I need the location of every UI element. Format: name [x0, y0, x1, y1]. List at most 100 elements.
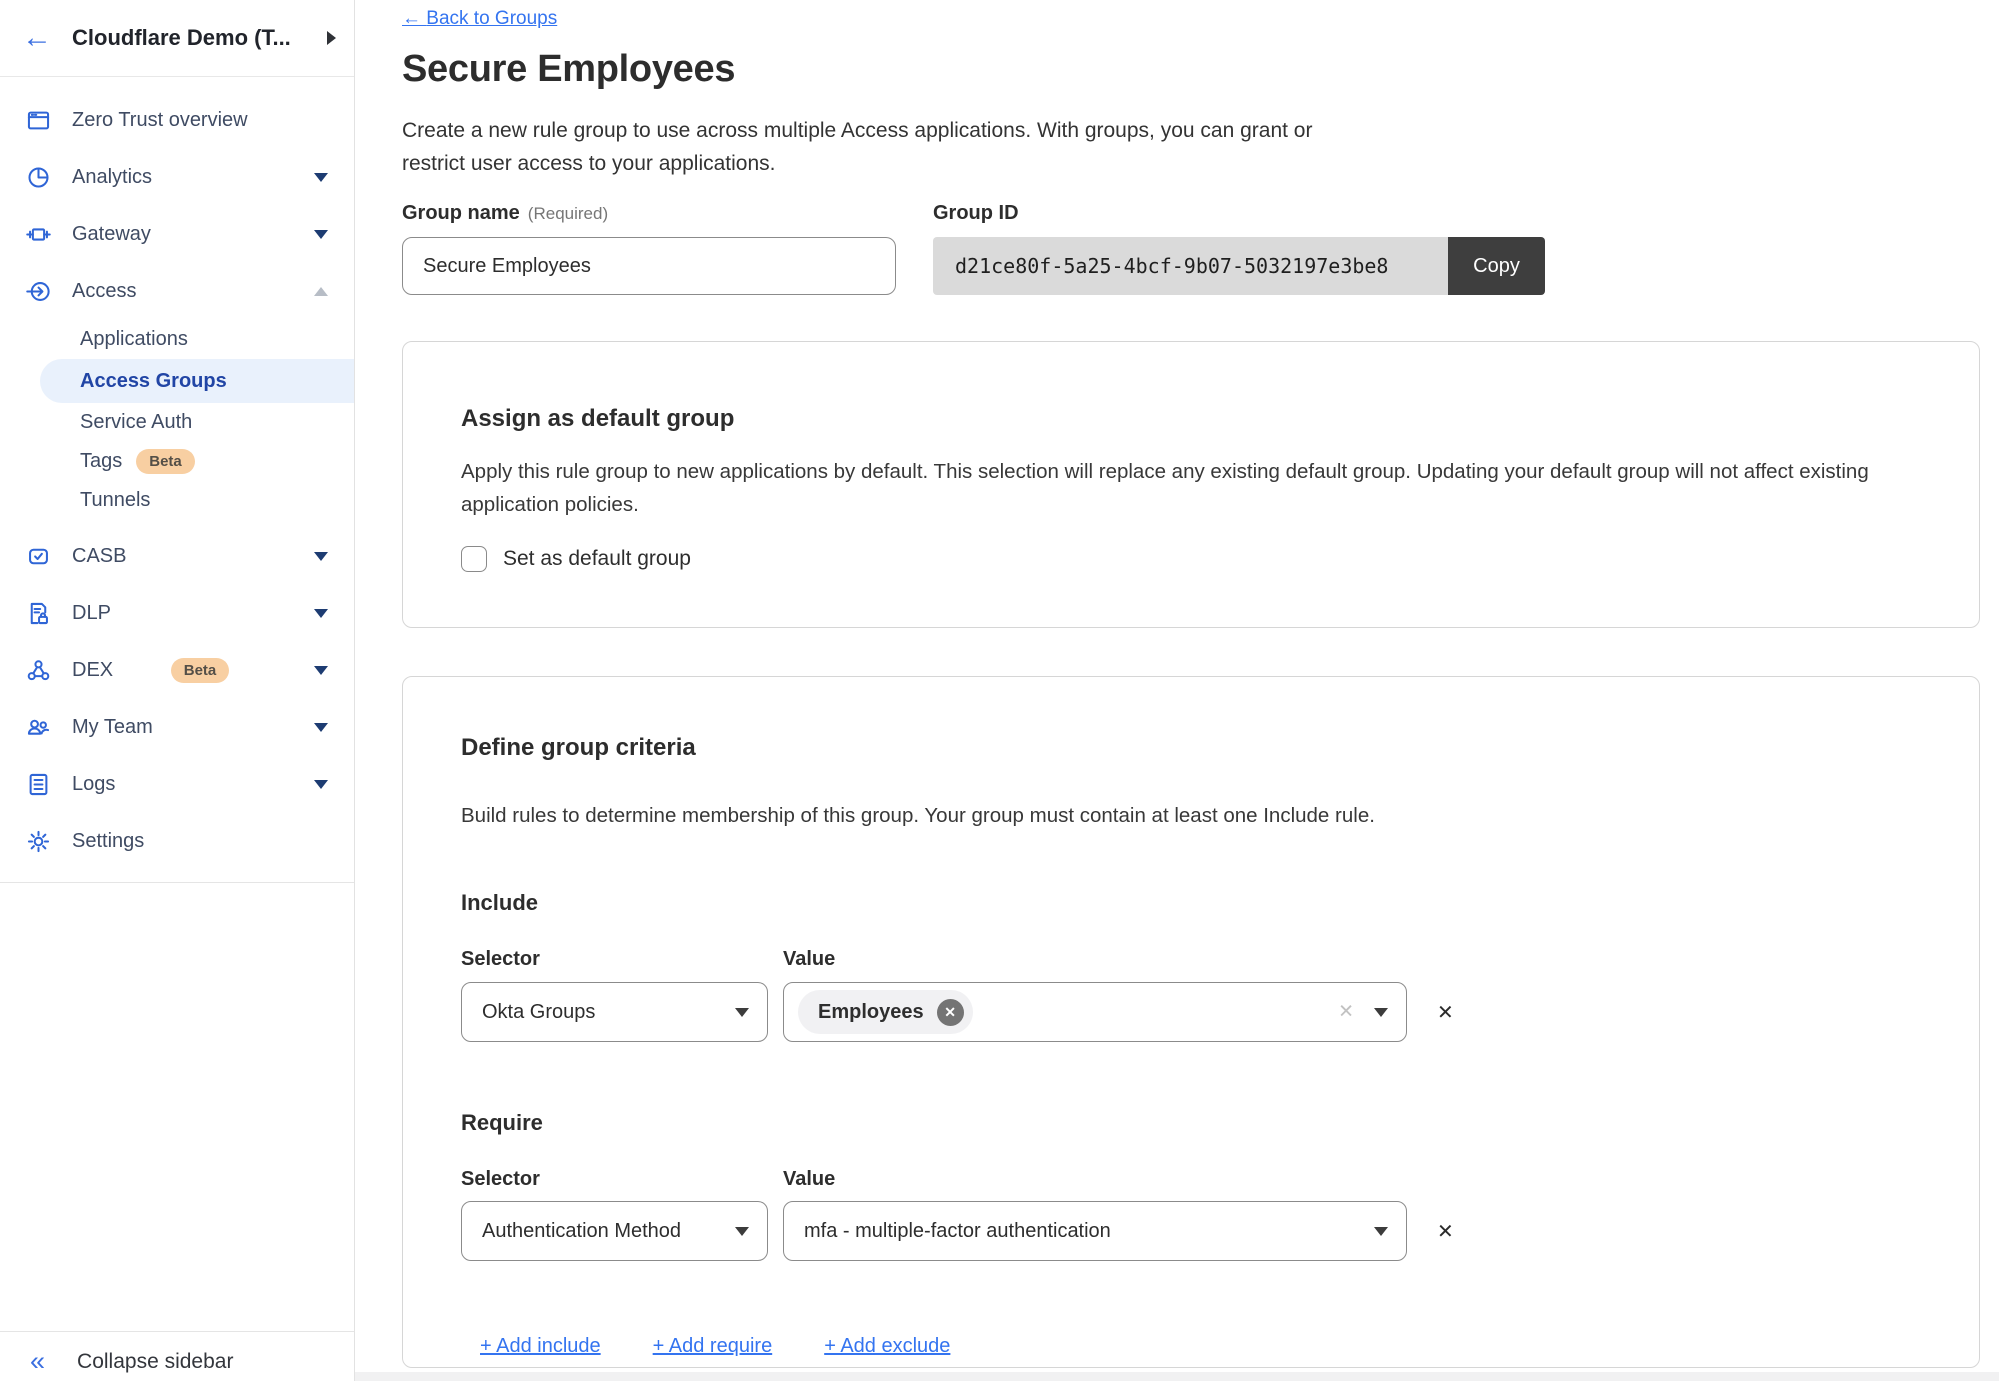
window-icon — [25, 107, 52, 134]
team-icon — [25, 714, 52, 741]
casb-icon — [25, 543, 52, 570]
chevron-down-icon — [1374, 1227, 1388, 1236]
group-name-input[interactable] — [402, 237, 896, 295]
sidebar-item-casb[interactable]: CASB — [0, 528, 354, 585]
sidebar-item-tags[interactable]: Tags Beta — [0, 442, 354, 481]
sidebar-item-dex[interactable]: DEX Beta — [0, 642, 354, 699]
sidebar-item-label: Tunnels — [80, 489, 150, 512]
chevron-down-icon[interactable] — [314, 173, 328, 182]
page-bottom-strip — [355, 1372, 1999, 1381]
default-group-card-title: Assign as default group — [461, 404, 1921, 434]
sidebar-item-label: Analytics — [72, 166, 314, 189]
include-rule-row: Okta Groups Employees ✕ ✕ ✕ — [461, 982, 1921, 1042]
nav-divider — [0, 882, 354, 883]
require-selector-value: Authentication Method — [482, 1220, 681, 1243]
sidebar-item-logs[interactable]: Logs — [0, 756, 354, 813]
value-pill: Employees ✕ — [798, 990, 973, 1034]
chevron-right-icon[interactable] — [327, 31, 336, 45]
sidebar-item-label: Service Auth — [80, 411, 192, 434]
criteria-card-title: Define group criteria — [461, 733, 1921, 763]
default-group-card-description: Apply this rule group to new application… — [461, 455, 1886, 521]
collapse-label: Collapse sidebar — [77, 1350, 233, 1374]
sidebar-item-dlp[interactable]: DLP — [0, 585, 354, 642]
include-value-multiselect[interactable]: Employees ✕ ✕ — [783, 982, 1407, 1042]
sidebar-item-label: Applications — [80, 328, 188, 351]
require-value-dropdown[interactable]: mfa - multiple-factor authentication — [783, 1201, 1407, 1261]
sidebar-item-label: Access Groups — [80, 370, 227, 393]
value-column-label: Value — [783, 948, 835, 971]
sidebar-item-label: CASB — [72, 545, 314, 568]
sidebar-item-tunnels[interactable]: Tunnels — [0, 481, 354, 520]
sidebar-item-service-auth[interactable]: Service Auth — [0, 403, 354, 442]
beta-badge: Beta — [136, 449, 195, 474]
chevron-down-icon[interactable] — [314, 609, 328, 618]
chevron-down-icon — [735, 1227, 749, 1236]
sidebar-item-analytics[interactable]: Analytics — [0, 149, 354, 206]
require-selector-dropdown[interactable]: Authentication Method — [461, 1201, 768, 1261]
back-to-groups-link[interactable]: ← Back to Groups — [402, 8, 557, 30]
network-nodes-icon — [25, 657, 52, 684]
group-name-label: Group name(Required) — [402, 202, 896, 228]
main-content: ← Back to Groups Secure Employees Create… — [355, 0, 1999, 1381]
chevron-down-icon[interactable] — [314, 552, 328, 561]
sidebar-item-label: Settings — [72, 830, 328, 853]
chevron-down-icon[interactable] — [314, 666, 328, 675]
criteria-card: Define group criteria Build rules to det… — [402, 676, 1980, 1368]
sidebar-item-label: DEX — [72, 659, 157, 682]
remove-value-icon[interactable]: ✕ — [937, 999, 964, 1026]
chevron-up-icon[interactable] — [314, 287, 328, 296]
copy-button[interactable]: Copy — [1448, 237, 1545, 295]
require-rule-row: Authentication Method mfa - multiple-fac… — [461, 1201, 1921, 1261]
sidebar-nav: Zero Trust overview Analytics Gateway Ac… — [0, 77, 354, 883]
remove-require-rule-icon[interactable]: ✕ — [1437, 1219, 1454, 1244]
sidebar-item-label: DLP — [72, 602, 314, 625]
page-title: Secure Employees — [402, 46, 1980, 92]
value-column-label: Value — [783, 1168, 835, 1191]
add-include-link[interactable]: + Add include — [480, 1335, 601, 1358]
group-name-id-row: Group name(Required) Group ID d21ce80f-5… — [402, 202, 1980, 295]
sidebar-item-label: Tags — [80, 450, 122, 473]
include-selector-value: Okta Groups — [482, 1001, 595, 1024]
chevron-down-icon — [735, 1008, 749, 1017]
include-heading: Include — [461, 890, 1921, 916]
chevron-down-icon[interactable] — [314, 230, 328, 239]
access-icon — [25, 278, 52, 305]
collapse-icon: « — [30, 1348, 45, 1375]
back-arrow-icon[interactable]: ← — [22, 23, 52, 53]
document-lock-icon — [25, 600, 52, 627]
add-exclude-link[interactable]: + Add exclude — [824, 1335, 950, 1358]
sidebar-item-zero-trust-overview[interactable]: Zero Trust overview — [0, 92, 354, 149]
criteria-card-description: Build rules to determine membership of t… — [461, 799, 1921, 832]
include-selector-dropdown[interactable]: Okta Groups — [461, 982, 768, 1042]
beta-badge: Beta — [171, 658, 230, 683]
sidebar-item-settings[interactable]: Settings — [0, 813, 354, 870]
collapse-sidebar-button[interactable]: « Collapse sidebar — [0, 1331, 354, 1381]
remove-include-rule-icon[interactable]: ✕ — [1437, 1000, 1454, 1025]
logs-icon — [25, 771, 52, 798]
sidebar-item-gateway[interactable]: Gateway — [0, 206, 354, 263]
require-value: mfa - multiple-factor authentication — [804, 1220, 1111, 1243]
group-id-value: d21ce80f-5a25-4bcf-9b07-5032197e3be8 — [933, 237, 1448, 295]
value-pill-label: Employees — [818, 1001, 924, 1024]
sidebar-item-label: Access — [72, 280, 314, 303]
add-require-link[interactable]: + Add require — [653, 1335, 773, 1358]
add-rule-links: + Add include + Add require + Add exclud… — [461, 1335, 1921, 1358]
sidebar-item-label: My Team — [72, 716, 314, 739]
sidebar-item-label: Zero Trust overview — [72, 109, 328, 132]
set-default-group-checkbox[interactable] — [461, 546, 487, 572]
chevron-down-icon[interactable] — [314, 723, 328, 732]
sidebar-item-access-groups[interactable]: Access Groups — [40, 359, 354, 403]
account-name: Cloudflare Demo (T... — [72, 25, 321, 51]
chevron-down-icon[interactable] — [314, 780, 328, 789]
selector-column-label: Selector — [461, 1168, 783, 1191]
sidebar-item-my-team[interactable]: My Team — [0, 699, 354, 756]
gateway-icon — [25, 221, 52, 248]
sidebar-item-access[interactable]: Access — [0, 263, 354, 320]
back-arrow-icon: ← — [402, 8, 421, 29]
page-description: Create a new rule group to use across mu… — [402, 114, 1370, 180]
set-default-group-label: Set as default group — [503, 547, 691, 571]
clear-values-icon[interactable]: ✕ — [1338, 1001, 1354, 1024]
chevron-down-icon — [1374, 1008, 1388, 1017]
back-link-label: Back to Groups — [426, 8, 557, 29]
sidebar-item-applications[interactable]: Applications — [0, 320, 354, 359]
